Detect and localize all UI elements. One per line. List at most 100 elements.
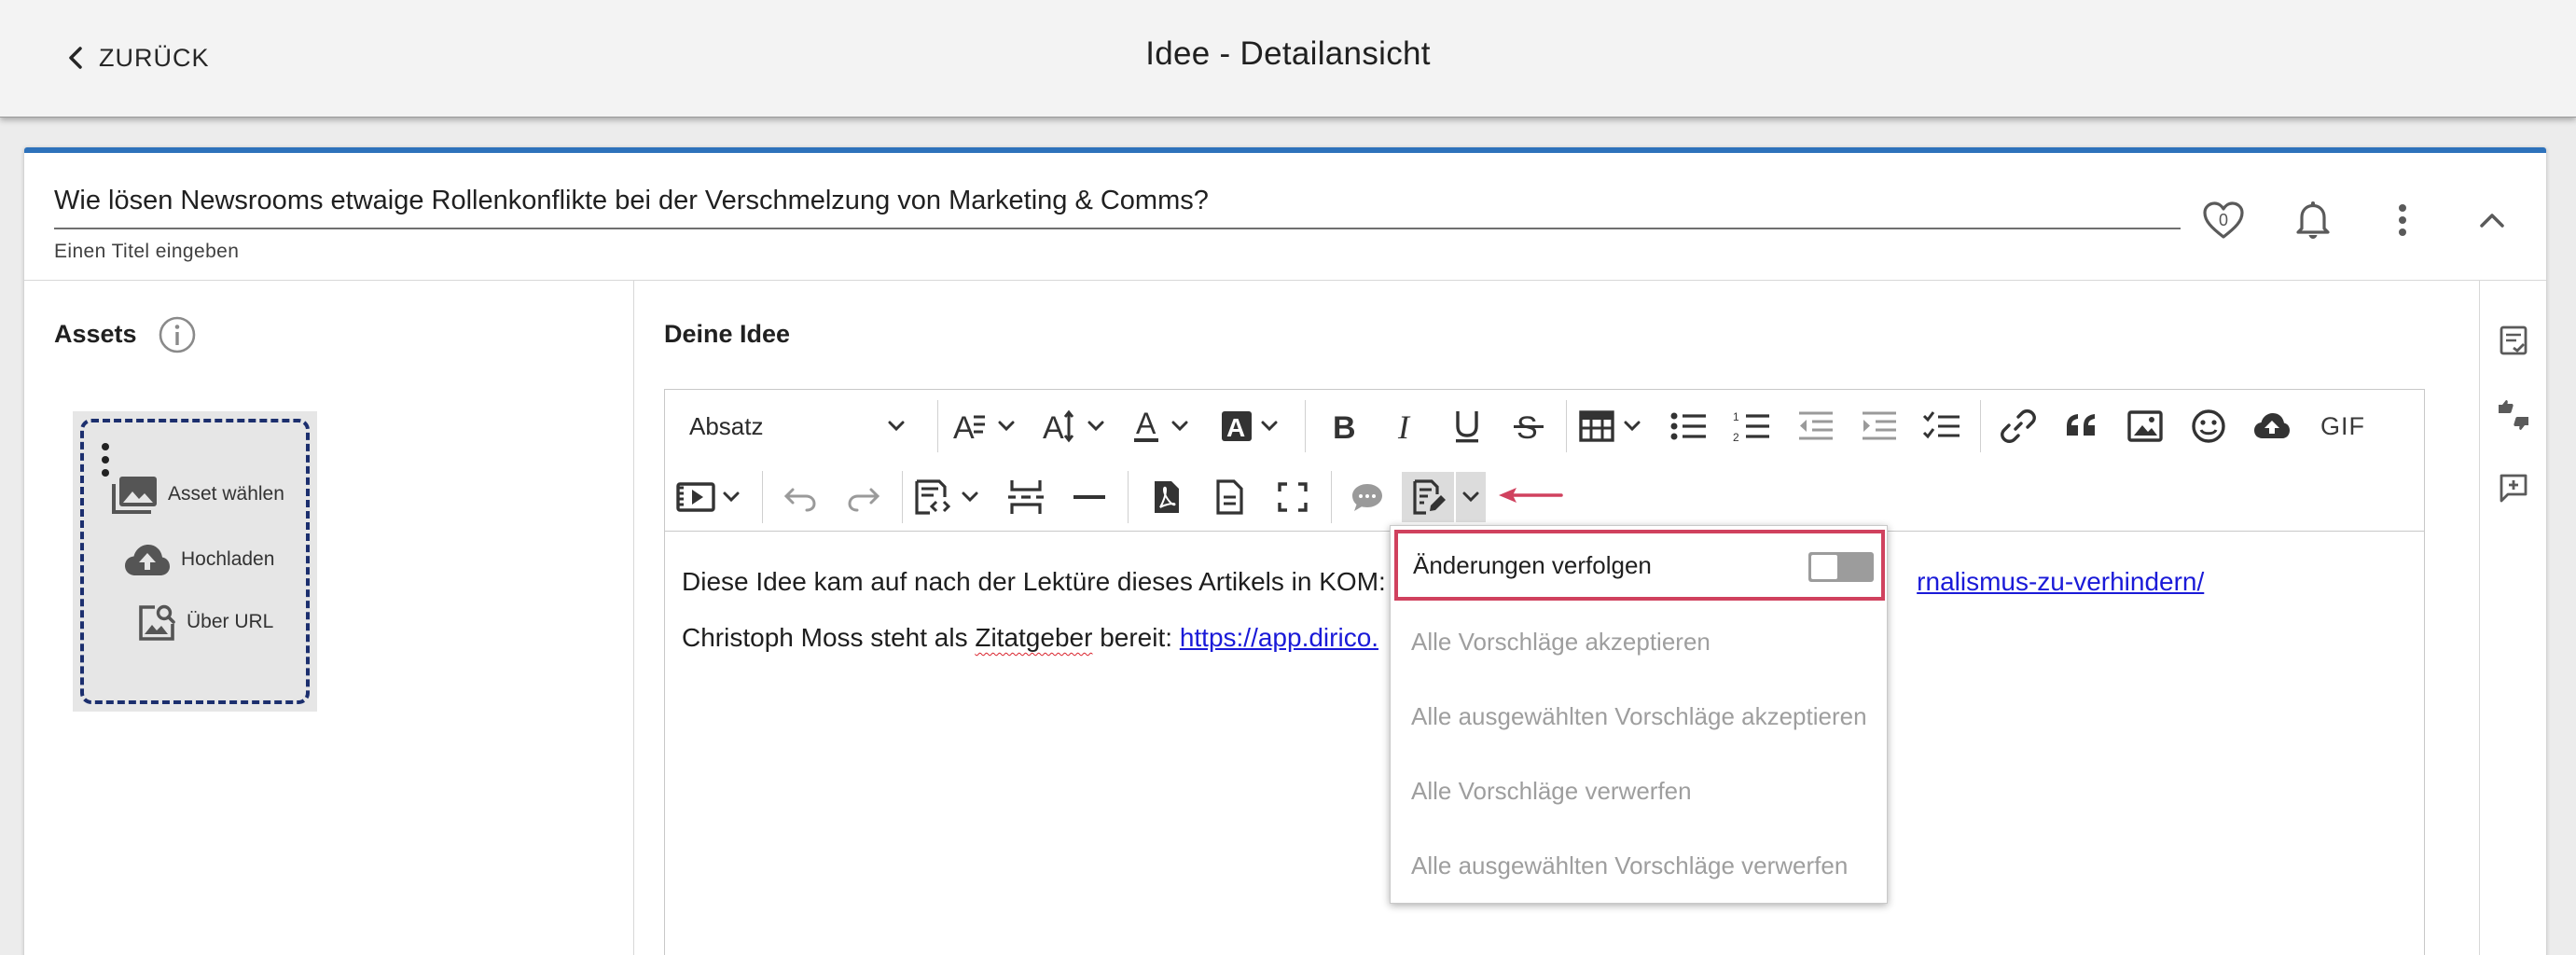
horizontal-line-icon (1073, 495, 1105, 499)
menu-item-label: Alle ausgewählten Vorschläge verwerfen (1411, 851, 1849, 879)
track-changes-toggle-label: Änderungen verfolgen (1413, 550, 1652, 579)
indent-button[interactable] (1849, 401, 1907, 451)
blockquote-button[interactable] (2053, 401, 2111, 451)
asset-dropzone-border: Asset wählen Hochladen Über URL (80, 419, 310, 704)
assets-panel: Assets Asset wählen Hochladen Über URL (24, 281, 634, 955)
redo-button[interactable] (835, 472, 893, 522)
fullscreen-icon (1278, 482, 1308, 512)
track-changes-dropdown-toggle[interactable] (1456, 472, 1486, 522)
export-pdf-button[interactable] (1137, 472, 1195, 522)
menu-item-label: Alle Vorschläge verwerfen (1411, 776, 1692, 805)
toolbar-separator (937, 400, 938, 452)
paragraph-style-select[interactable]: Absatz (674, 401, 919, 451)
gif-button[interactable]: GIF (2310, 401, 2375, 451)
discard-selected-suggestions-item[interactable]: Alle ausgewählten Vorschläge verwerfen (1391, 828, 1889, 903)
content-text: Christoph Moss steht als (682, 623, 976, 652)
bell-icon (2296, 201, 2330, 239)
track-changes-toggle-item[interactable]: Änderungen verfolgen (1394, 530, 1885, 601)
choose-asset-button[interactable]: Asset wählen (110, 475, 284, 514)
upload-url-button[interactable]: Über URL (136, 602, 273, 643)
page-break-icon (1008, 480, 1044, 514)
add-comment-button[interactable] (2491, 465, 2536, 510)
emoji-button[interactable] (2180, 401, 2237, 451)
upload-label: Hochladen (181, 548, 275, 570)
svg-text:2: 2 (1733, 431, 1739, 444)
track-changes-button[interactable] (1402, 472, 1454, 522)
insert-image-button[interactable] (2116, 401, 2174, 451)
numbered-list-button[interactable]: 1 2 (1723, 401, 1780, 451)
upload-file-button[interactable] (2243, 401, 2301, 451)
toolbar-separator (1980, 400, 1981, 452)
line-height-button[interactable]: A (1038, 401, 1115, 451)
add-comment-icon (2500, 474, 2528, 503)
like-button[interactable]: 0 (2197, 194, 2250, 246)
menu-item-label: Alle ausgewählten Vorschläge akzeptieren (1411, 701, 1867, 730)
content-link-1-end[interactable]: rnalismus-zu-verhindern/ (1917, 567, 2204, 596)
underline-icon (1456, 411, 1478, 443)
underline-button[interactable] (1439, 401, 1495, 451)
export-word-button[interactable] (1200, 472, 1258, 522)
svg-text:I: I (1397, 408, 1411, 445)
todo-list-button[interactable] (1913, 401, 1971, 451)
strikethrough-button[interactable]: S (1501, 401, 1557, 451)
italic-button[interactable]: I (1378, 401, 1433, 451)
header-actions: 0 (2197, 194, 2533, 259)
more-vertical-icon (2399, 204, 2406, 236)
more-vertical-icon[interactable] (101, 441, 110, 478)
toolbar-separator (902, 471, 903, 523)
idea-title-input[interactable] (54, 181, 2181, 229)
highlight-color-button[interactable]: A (1215, 401, 1292, 451)
svg-text:A: A (1043, 410, 1064, 445)
track-changes-switch[interactable] (1808, 552, 1874, 582)
cloud-upload-icon (2254, 413, 2290, 438)
more-options-button[interactable] (2376, 194, 2429, 246)
upload-url-label: Über URL (187, 611, 274, 632)
info-icon[interactable] (157, 314, 198, 355)
comment-button[interactable] (1338, 472, 1396, 522)
italic-icon: I (1397, 408, 1411, 445)
redo-icon (848, 488, 880, 512)
outdent-button[interactable] (1786, 401, 1844, 451)
content-text: bereit: (1092, 623, 1180, 652)
font-size-icon: A (953, 410, 1015, 445)
accept-selected-suggestions-item[interactable]: Alle ausgewählten Vorschläge akzeptieren (1391, 679, 1889, 754)
bold-button[interactable]: B (1316, 401, 1372, 451)
discard-all-suggestions-item[interactable]: Alle Vorschläge verwerfen (1391, 754, 1889, 828)
asset-dropzone[interactable]: Asset wählen Hochladen Über URL (73, 411, 317, 712)
editor-toolbar: Absatz A A A A B I S 1 2 GIF (665, 390, 2424, 532)
numbered-list-icon: 1 2 (1733, 410, 1769, 444)
source-editing-button[interactable] (911, 472, 991, 522)
chevron-down-icon (888, 421, 905, 432)
cloud-upload-icon (125, 545, 170, 575)
bulleted-list-button[interactable] (1659, 401, 1717, 451)
undo-button[interactable] (771, 472, 829, 522)
thumbs-up-down-icon (2499, 400, 2528, 430)
content-link-2[interactable]: https://app.dirico. (1180, 623, 1378, 652)
insert-media-button[interactable] (674, 472, 753, 522)
notifications-button[interactable] (2287, 194, 2339, 246)
undo-icon (783, 488, 816, 512)
voting-button[interactable] (2491, 393, 2536, 437)
checklist-icon (1922, 411, 1960, 439)
insert-link-button[interactable] (1989, 401, 2047, 451)
idea-title-hint: Einen Titel eingeben (54, 241, 240, 262)
table-icon (1579, 410, 1641, 442)
font-color-button[interactable]: A (1128, 401, 1204, 451)
strikethrough-icon: S (1514, 410, 1544, 445)
upload-button[interactable]: Hochladen (123, 542, 274, 577)
svg-text:B: B (1333, 410, 1356, 445)
collapse-button[interactable] (2466, 194, 2518, 246)
page-break-button[interactable] (997, 472, 1055, 522)
insert-table-button[interactable] (1575, 401, 1654, 451)
line-height-icon: A (1043, 409, 1104, 445)
review-list-button[interactable] (2491, 318, 2536, 363)
top-bar: ZURÜCK Idee - Detailansicht (0, 0, 2576, 118)
background-color-icon: A (1222, 411, 1278, 442)
idea-card: Einen Titel eingeben 0 (24, 147, 2546, 955)
accept-all-suggestions-item[interactable]: Alle Vorschläge akzeptieren (1391, 604, 1889, 679)
font-size-button[interactable]: A (949, 401, 1025, 451)
image-search-icon (139, 604, 175, 641)
horizontal-line-button[interactable] (1060, 472, 1118, 522)
fullscreen-button[interactable] (1264, 472, 1322, 522)
svg-text:A: A (1136, 408, 1156, 440)
